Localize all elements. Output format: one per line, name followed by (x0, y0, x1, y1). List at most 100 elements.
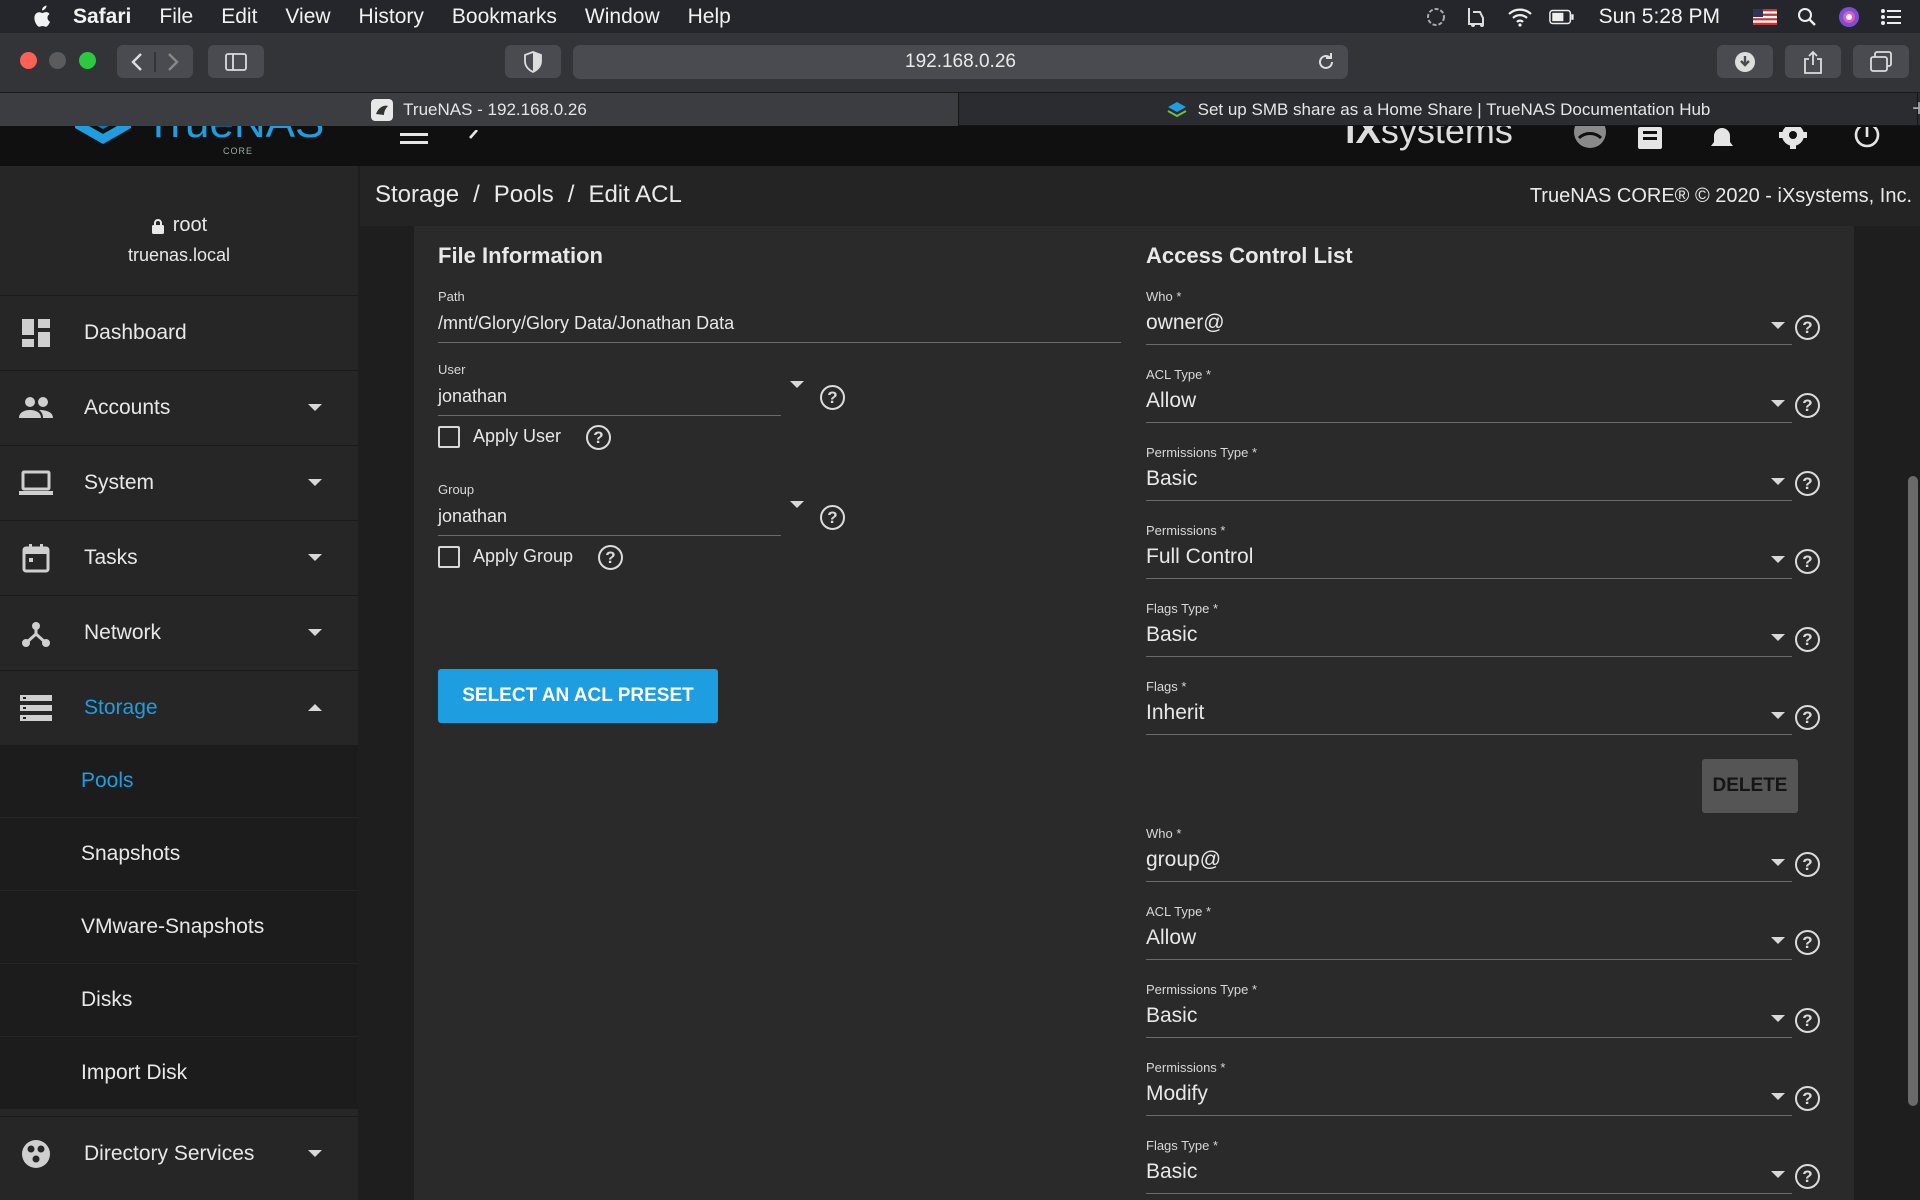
apple-icon[interactable] (31, 5, 51, 29)
window-zoom-button[interactable] (79, 52, 96, 69)
acl-who-field[interactable]: Who * owner@ (1146, 289, 1792, 345)
chevron-down-icon[interactable] (1771, 712, 1785, 719)
apply-group-checkbox[interactable] (438, 546, 460, 568)
flags-select[interactable]: Inherit (1146, 701, 1792, 735)
settings-gear-icon[interactable] (1777, 126, 1809, 152)
acl-type-select[interactable]: Allow (1146, 389, 1792, 423)
chevron-down-icon[interactable] (1771, 859, 1785, 866)
menu-window[interactable]: Window (585, 5, 660, 29)
help-icon[interactable]: ? (1795, 471, 1820, 496)
acl-type-field[interactable]: ACL Type * Allow (1146, 904, 1792, 960)
menubar-clock[interactable]: Sun 5:28 PM (1599, 5, 1720, 29)
group-field[interactable]: Group jonathan (438, 482, 781, 536)
menu-history[interactable]: History (359, 5, 424, 29)
chevron-down-icon[interactable] (790, 501, 804, 508)
chevron-down-icon[interactable] (1771, 556, 1785, 563)
chevron-down-icon[interactable] (1771, 937, 1785, 944)
permissions-field[interactable]: Permissions * Modify (1146, 1060, 1792, 1116)
chevron-down-icon[interactable] (790, 381, 804, 388)
acl-type-field[interactable]: ACL Type * Allow (1146, 367, 1792, 423)
who-select[interactable]: owner@ (1146, 311, 1792, 345)
permissions-select[interactable]: Full Control (1146, 545, 1792, 579)
permissions-type-select[interactable]: Basic (1146, 1004, 1792, 1038)
sidebar-toggle-button[interactable] (208, 45, 264, 78)
downloads-button[interactable] (1717, 45, 1773, 78)
help-icon[interactable]: ? (820, 385, 845, 410)
sidebar-item-tasks[interactable]: Tasks (0, 520, 358, 594)
address-bar[interactable]: 192.168.0.26 (573, 45, 1348, 79)
us-flag-icon[interactable] (1752, 6, 1778, 28)
sidebar-item-network[interactable]: Network (0, 595, 358, 669)
power-icon[interactable] (1852, 126, 1882, 152)
task-manager-icon[interactable] (1636, 126, 1664, 152)
help-icon[interactable]: ? (1795, 930, 1820, 955)
sidebar-item-system[interactable]: System (0, 445, 358, 519)
truecommand-icon[interactable] (1572, 126, 1608, 152)
ixsystems-logo[interactable]: iXsystems (1345, 126, 1513, 153)
spotlight-search-icon[interactable] (1794, 6, 1820, 28)
menu-bookmarks[interactable]: Bookmarks (452, 5, 557, 29)
sidebar-item-storage[interactable]: Storage (0, 670, 358, 744)
tab-truenas[interactable]: TrueNAS - 192.168.0.26 (0, 93, 959, 126)
apply-group-label[interactable]: Apply Group (473, 546, 573, 567)
share-button[interactable] (1785, 45, 1841, 78)
group-select[interactable]: jonathan (438, 506, 781, 536)
permissions-type-field[interactable]: Permissions Type * Basic (1146, 982, 1792, 1038)
page-scrollbar[interactable] (1908, 476, 1918, 1106)
apply-user-label[interactable]: Apply User (473, 426, 561, 447)
flags-type-field[interactable]: Flags Type * Basic (1146, 601, 1792, 657)
select-acl-preset-button[interactable]: SELECT AN ACL PRESET (438, 669, 718, 723)
reload-icon[interactable] (1316, 52, 1336, 72)
window-minimize-button[interactable] (49, 52, 66, 69)
help-icon[interactable]: ? (1795, 1086, 1820, 1111)
breadcrumb-pools[interactable]: Pools (494, 181, 554, 209)
help-icon[interactable]: ? (820, 505, 845, 530)
help-icon[interactable]: ? (1795, 315, 1820, 340)
sidebar-subitem-import-disk[interactable]: Import Disk (0, 1036, 358, 1109)
back-forward-buttons[interactable] (117, 45, 193, 78)
acl-type-select[interactable]: Allow (1146, 926, 1792, 960)
notifications-bell-icon[interactable] (1708, 126, 1736, 152)
help-icon[interactable]: ? (1795, 1164, 1820, 1189)
help-icon[interactable]: ? (1795, 627, 1820, 652)
address-bar-url[interactable]: 192.168.0.26 (905, 51, 1016, 73)
truenas-logo[interactable]: TrueNAS CORE (75, 126, 324, 156)
sidebar-item-directory-services[interactable]: Directory Services (0, 1116, 358, 1190)
acl-who-field[interactable]: Who * group@ (1146, 826, 1792, 882)
focus-moon-icon[interactable] (1423, 6, 1449, 28)
user-select[interactable]: jonathan (438, 386, 781, 416)
forklift-icon[interactable] (1465, 6, 1491, 28)
delete-acl-entry-button[interactable]: DELETE (1702, 759, 1798, 813)
menu-file[interactable]: File (159, 5, 193, 29)
help-icon[interactable]: ? (1795, 549, 1820, 574)
menu-app-safari[interactable]: Safari (73, 5, 131, 29)
sidebar-subitem-disks[interactable]: Disks (0, 963, 358, 1036)
chevron-down-icon[interactable] (1771, 400, 1785, 407)
sidebar-subitem-pools[interactable]: Pools (0, 744, 358, 817)
hamburger-menu-icon[interactable] (399, 126, 429, 152)
help-icon[interactable]: ? (586, 425, 611, 450)
siri-icon[interactable] (1836, 6, 1862, 28)
tab-overview-button[interactable] (1853, 45, 1909, 78)
chevron-down-icon[interactable] (1771, 478, 1785, 485)
menu-edit[interactable]: Edit (221, 5, 257, 29)
flags-type-field[interactable]: Flags Type * Basic (1146, 1138, 1792, 1194)
menu-view[interactable]: View (285, 5, 330, 29)
chevron-down-icon[interactable] (1771, 1171, 1785, 1178)
permissions-type-select[interactable]: Basic (1146, 467, 1792, 501)
help-icon[interactable]: ? (1795, 393, 1820, 418)
tab-truenas-docs[interactable]: Set up SMB share as a Home Share | TrueN… (959, 93, 1918, 126)
control-center-icon[interactable] (1878, 6, 1904, 28)
help-icon[interactable]: ? (1795, 852, 1820, 877)
who-select[interactable]: group@ (1146, 848, 1792, 882)
help-icon[interactable]: ? (1795, 705, 1820, 730)
flags-type-select[interactable]: Basic (1146, 623, 1792, 657)
chevron-down-icon[interactable] (1771, 322, 1785, 329)
user-field[interactable]: User jonathan (438, 362, 781, 416)
breadcrumb-storage[interactable]: Storage (375, 181, 459, 209)
privacy-report-button[interactable] (505, 45, 561, 78)
flags-type-select[interactable]: Basic (1146, 1160, 1792, 1194)
sidebar-subitem-vmware-snapshots[interactable]: VMware-Snapshots (0, 890, 358, 963)
sidebar-subitem-snapshots[interactable]: Snapshots (0, 817, 358, 890)
menu-help[interactable]: Help (688, 5, 731, 29)
